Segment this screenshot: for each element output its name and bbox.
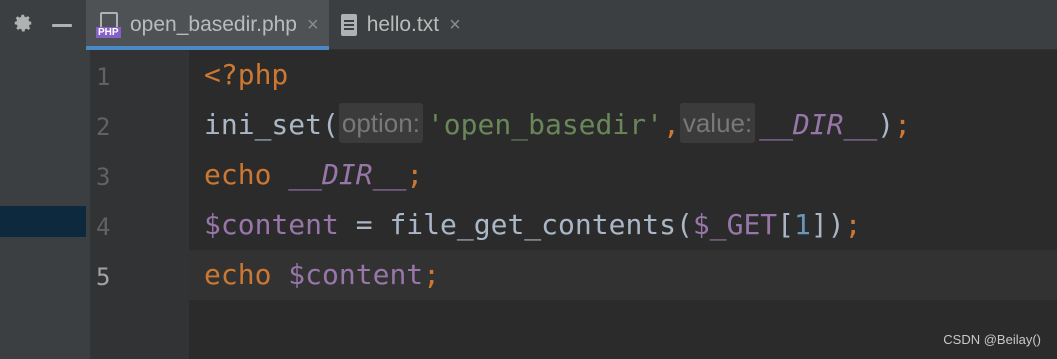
paren: ( xyxy=(322,108,339,141)
paren: ( xyxy=(676,208,693,241)
keyword: echo xyxy=(204,258,272,291)
gear-icon[interactable] xyxy=(12,12,34,39)
comma: , xyxy=(662,108,680,141)
tab-open-basedir-php[interactable]: PHP open_basedir.php × xyxy=(86,0,329,50)
variable: $content xyxy=(204,208,339,241)
tab-label: open_basedir.php xyxy=(130,13,297,36)
line-number: 3 xyxy=(96,163,111,191)
panel-toolbar xyxy=(0,0,86,50)
semicolon: ; xyxy=(844,208,862,241)
text-file-icon xyxy=(339,13,359,37)
watermark: CSDN @Beilay() xyxy=(943,332,1041,347)
line-number: 4 xyxy=(96,213,111,241)
semicolon: ; xyxy=(894,108,911,141)
keyword: echo xyxy=(204,158,272,191)
assign-operator: = xyxy=(338,208,390,241)
number-literal: 1 xyxy=(794,208,811,241)
close-icon[interactable]: × xyxy=(307,14,319,37)
paren: ) xyxy=(877,108,895,141)
magic-constant: __DIR__ xyxy=(288,158,407,191)
selected-row-highlight xyxy=(0,206,86,237)
php-open-tag: <?php xyxy=(204,58,289,91)
string-literal: 'open_basedir' xyxy=(426,108,663,141)
tab-label: hello.txt xyxy=(366,13,440,36)
semicolon: ; xyxy=(406,158,424,191)
bracket: [ xyxy=(777,208,795,241)
bracket: ] xyxy=(810,208,828,241)
code-line-1[interactable]: <?php xyxy=(204,50,288,100)
code-line-2[interactable]: ini_set(option:'open_basedir', value: __DI… xyxy=(204,100,911,150)
tab-hello-txt[interactable]: hello.txt × xyxy=(329,0,471,50)
magic-constant: __DIR__ xyxy=(759,108,878,141)
php-file-icon: PHP xyxy=(96,12,122,38)
close-icon[interactable]: × xyxy=(449,14,461,37)
editor-tab-bar: PHP open_basedir.php × hello.txt × xyxy=(86,0,1057,50)
line-number-gutter[interactable] xyxy=(86,50,189,359)
line-number: 1 xyxy=(96,63,111,91)
parameter-hint: option: xyxy=(338,103,423,143)
superglobal: $_GET xyxy=(692,208,778,241)
current-line-number: 5 xyxy=(96,263,111,291)
code-line-3[interactable]: echo __DIR__; xyxy=(204,150,423,200)
code-line-4[interactable]: $content = file_get_contents($_GET[1]); xyxy=(204,200,861,250)
paren: ) xyxy=(827,208,845,241)
parameter-hint: value: xyxy=(679,103,756,143)
project-panel-edge xyxy=(0,0,86,359)
line-number: 2 xyxy=(96,113,111,141)
minus-icon[interactable] xyxy=(52,23,72,27)
function-name: ini_set xyxy=(204,108,323,141)
function-name: file_get_contents xyxy=(389,208,677,241)
semicolon: ; xyxy=(423,258,441,291)
variable: $content xyxy=(288,258,424,291)
code-line-5[interactable]: echo $content; xyxy=(204,250,440,300)
